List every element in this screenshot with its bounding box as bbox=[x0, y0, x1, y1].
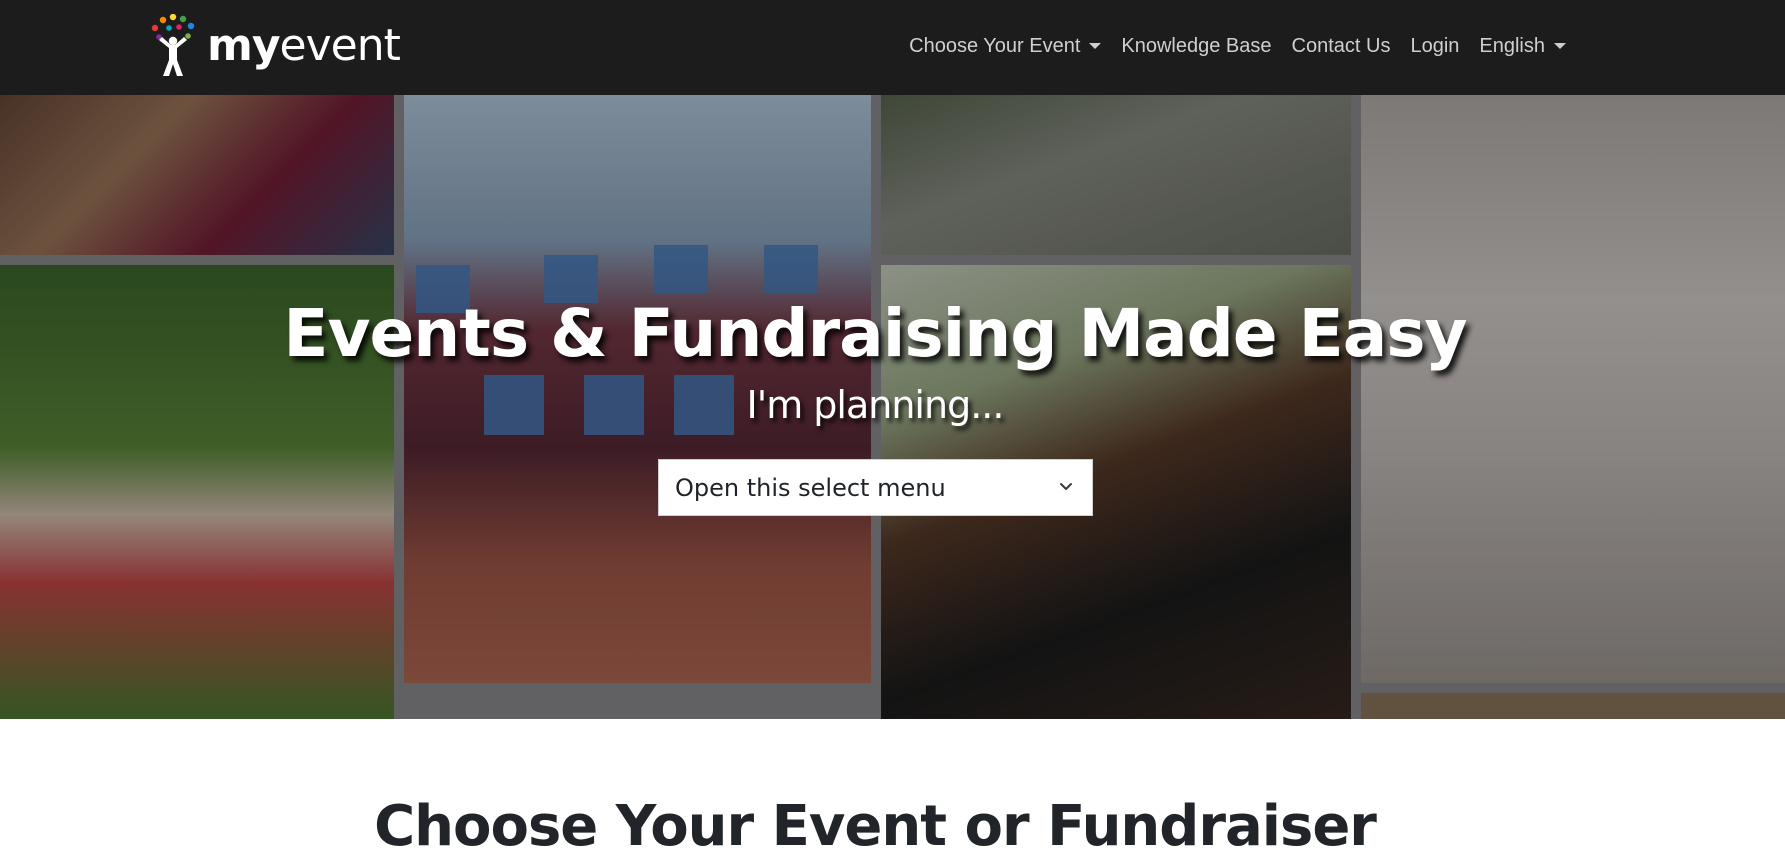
brand-name: myevent bbox=[207, 20, 401, 71]
nav-label: Knowledge Base bbox=[1121, 35, 1272, 57]
hero-subtitle: I'm planning... bbox=[746, 383, 1005, 427]
person-celebration-icon bbox=[145, 13, 207, 78]
nav-language-dropdown[interactable]: English bbox=[1469, 28, 1576, 64]
caret-down-icon bbox=[1089, 43, 1102, 49]
brand-logo-link[interactable]: myevent bbox=[145, 13, 401, 78]
chevron-down-icon bbox=[1060, 483, 1072, 490]
select-value: Open this select menu bbox=[675, 473, 946, 502]
caret-down-icon bbox=[1554, 43, 1566, 49]
nav-contact-us-link[interactable]: Contact Us bbox=[1282, 28, 1401, 64]
nav-knowledge-base-link[interactable]: Knowledge Base bbox=[1111, 28, 1281, 64]
hero-title: Events & Fundraising Made Easy bbox=[283, 295, 1467, 372]
nav-label: Contact Us bbox=[1291, 35, 1391, 57]
nav-label: Choose Your Event bbox=[909, 35, 1081, 57]
main-nav: Choose Your Event Knowledge Base Contact… bbox=[899, 28, 1576, 64]
nav-label: Login bbox=[1410, 35, 1460, 57]
event-type-select[interactable]: Open this select menu bbox=[658, 459, 1093, 516]
top-navbar: myevent Choose Your Event Knowledge Base… bbox=[0, 0, 1785, 95]
section-heading: Choose Your Event or Fundraiser bbox=[374, 794, 1377, 859]
nav-choose-your-event-dropdown[interactable]: Choose Your Event bbox=[899, 28, 1111, 64]
hero-banner: Events & Fundraising Made Easy I'm plann… bbox=[0, 95, 1785, 719]
nav-label: English bbox=[1479, 35, 1545, 57]
nav-login-link[interactable]: Login bbox=[1400, 28, 1469, 64]
